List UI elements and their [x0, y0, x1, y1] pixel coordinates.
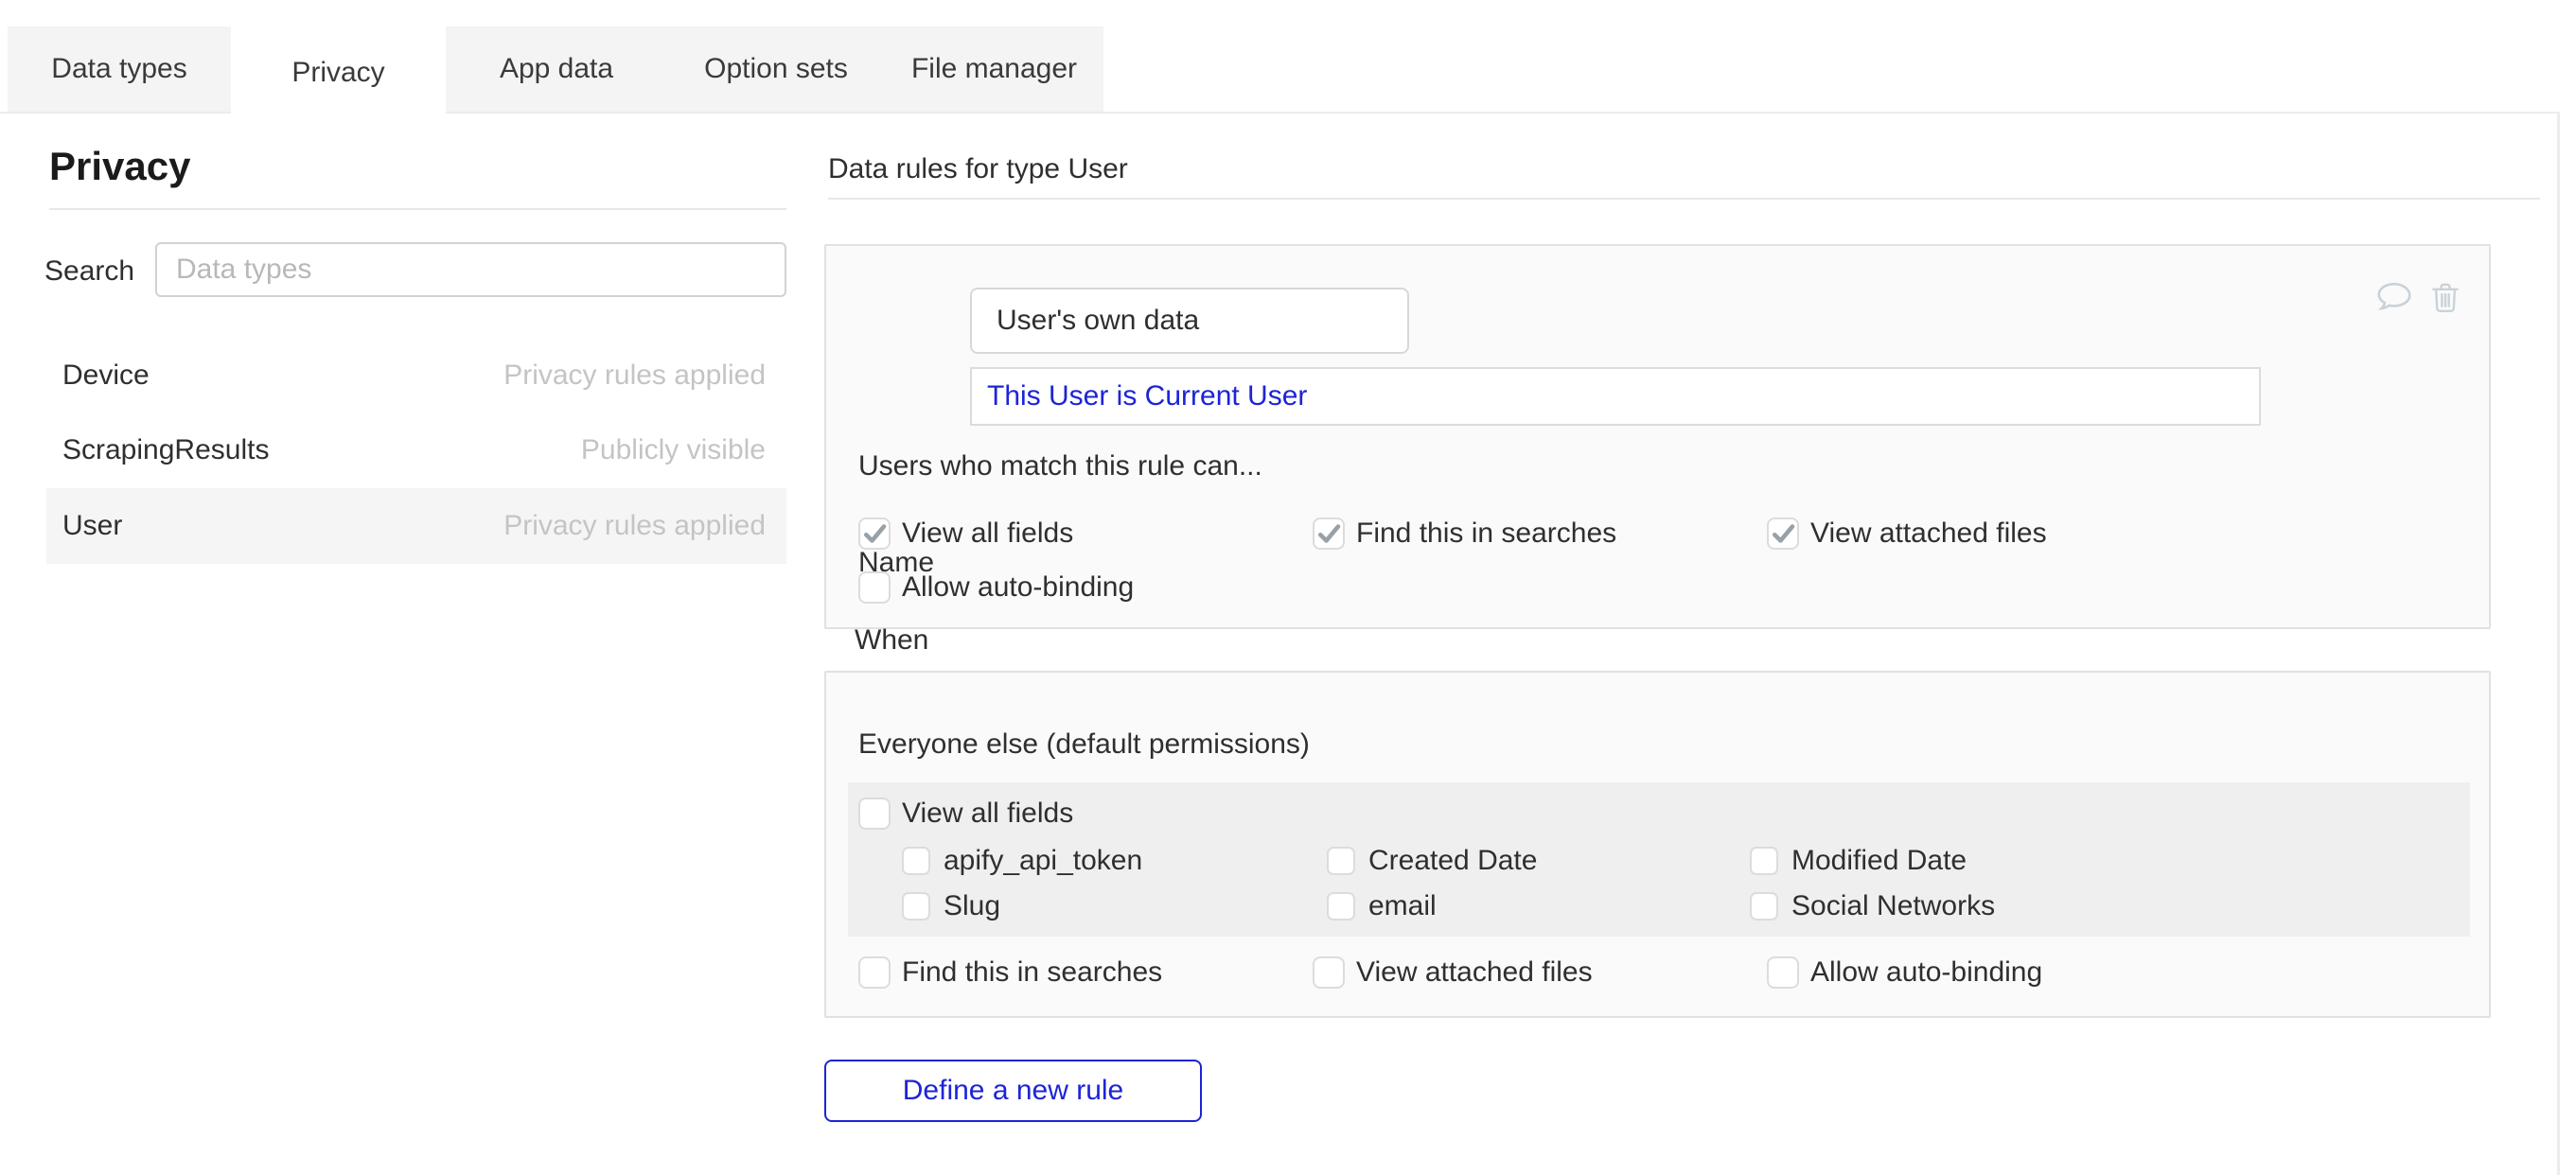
tab-label: Privacy — [291, 57, 384, 89]
sidebar-divider — [49, 208, 786, 210]
checkbox-field-apify-api-token[interactable]: apify_api_token — [902, 845, 1142, 877]
tab-privacy[interactable]: Privacy — [231, 26, 446, 119]
checkbox-view-all-fields[interactable]: View all fields — [858, 517, 1073, 550]
datatype-status: Publicly visible — [581, 434, 766, 466]
rule-caption: Users who match this rule can... — [858, 450, 1262, 482]
checkbox-box — [858, 571, 891, 604]
tab-label: Option sets — [704, 53, 848, 85]
checkbox-label: Find this in searches — [1356, 517, 1616, 550]
checkbox-box — [858, 798, 891, 830]
checkbox-box — [1327, 892, 1355, 921]
checkbox-label: Allow auto-binding — [902, 571, 1134, 604]
datatype-row-scrapingresults[interactable]: ScrapingResults Publicly visible — [46, 412, 786, 488]
page-title: Privacy — [49, 144, 190, 189]
tab-option-sets[interactable]: Option sets — [667, 26, 885, 112]
checkbox-box — [1313, 517, 1345, 550]
checkbox-box — [1767, 517, 1799, 550]
tab-label: File manager — [911, 53, 1077, 85]
checkbox-allow-auto-binding-default[interactable]: Allow auto-binding — [1767, 956, 2042, 989]
default-permissions-card: Everyone else (default permissions) View… — [824, 671, 2491, 1018]
tab-file-manager[interactable]: File manager — [885, 26, 1103, 112]
checkbox-view-all-fields-default[interactable]: View all fields — [858, 798, 1073, 830]
checkbox-field-email[interactable]: email — [1327, 890, 1437, 922]
datatype-name: User — [62, 510, 122, 542]
checkbox-label: Find this in searches — [902, 956, 1162, 989]
rule-card: Name When This User is Current User User… — [824, 244, 2491, 629]
tab-bar: Data types Privacy App data Option sets … — [8, 26, 1103, 112]
checkbox-box — [902, 892, 930, 921]
checkbox-box — [1313, 956, 1345, 989]
datatype-status: Privacy rules applied — [503, 510, 766, 542]
checkbox-field-modified-date[interactable]: Modified Date — [1750, 845, 1967, 877]
when-label: When — [855, 624, 928, 657]
tab-label: App data — [500, 53, 613, 85]
main-divider — [828, 198, 2540, 200]
checkbox-label: View attached files — [1810, 517, 2047, 550]
checkbox-label: Slug — [944, 890, 1000, 922]
checkbox-allow-auto-binding[interactable]: Allow auto-binding — [858, 571, 1134, 604]
checkbox-field-slug[interactable]: Slug — [902, 890, 1000, 922]
checkbox-box — [902, 847, 930, 875]
comment-icon[interactable] — [2373, 278, 2416, 318]
datatype-name: Device — [62, 360, 150, 392]
checkbox-view-attached-files[interactable]: View attached files — [1767, 517, 2047, 550]
datatype-name: ScrapingResults — [62, 434, 269, 466]
checkbox-find-in-searches-default[interactable]: Find this in searches — [858, 956, 1162, 989]
checkbox-label: View all fields — [902, 517, 1073, 550]
checkbox-label: View attached files — [1356, 956, 1593, 989]
trash-icon[interactable] — [2427, 276, 2463, 320]
checkbox-label: View all fields — [902, 798, 1073, 830]
datatype-row-device[interactable]: Device Privacy rules applied — [46, 338, 786, 413]
tab-app-data[interactable]: App data — [446, 26, 667, 112]
checkbox-view-attached-files-default[interactable]: View attached files — [1313, 956, 1593, 989]
datatype-row-user[interactable]: User Privacy rules applied — [46, 488, 786, 564]
checkbox-box — [1750, 892, 1778, 921]
search-input[interactable] — [155, 242, 786, 297]
checkbox-label: Social Networks — [1791, 890, 1995, 922]
checkbox-label: email — [1368, 890, 1437, 922]
checkbox-box — [858, 956, 891, 989]
define-new-rule-button[interactable]: Define a new rule — [824, 1060, 1202, 1122]
search-label: Search — [44, 255, 134, 288]
default-permissions-title: Everyone else (default permissions) — [858, 728, 1310, 761]
checkbox-label: Allow auto-binding — [1810, 956, 2042, 989]
checkbox-box — [1327, 847, 1355, 875]
when-condition-link[interactable]: This User is Current User — [987, 380, 1307, 412]
section-title: Data rules for type User — [828, 153, 1128, 185]
checkbox-label: apify_api_token — [944, 845, 1142, 877]
tab-data-types[interactable]: Data types — [8, 26, 231, 112]
checkbox-label: Modified Date — [1791, 845, 1967, 877]
checkbox-box — [1767, 956, 1799, 989]
checkbox-box — [858, 517, 891, 550]
datatype-status: Privacy rules applied — [503, 360, 766, 392]
rule-when-input[interactable]: This User is Current User — [970, 367, 2261, 426]
checkbox-box — [1750, 847, 1778, 875]
rule-name-input[interactable] — [970, 288, 1409, 354]
checkbox-find-in-searches[interactable]: Find this in searches — [1313, 517, 1616, 550]
right-scroll-divider — [2557, 112, 2560, 1175]
checkbox-field-social-networks[interactable]: Social Networks — [1750, 890, 1995, 922]
tab-label: Data types — [51, 53, 186, 85]
checkbox-field-created-date[interactable]: Created Date — [1327, 845, 1537, 877]
checkbox-label: Created Date — [1368, 845, 1537, 877]
